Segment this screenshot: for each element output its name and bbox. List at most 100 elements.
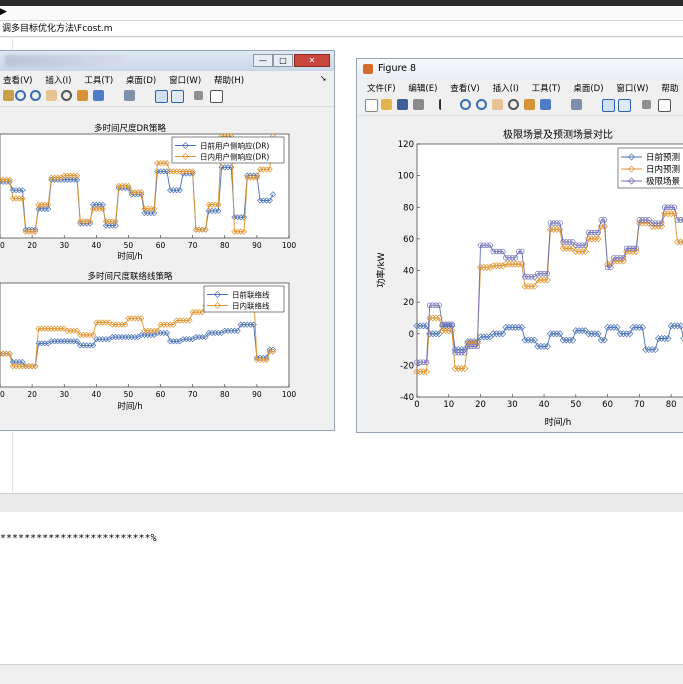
legend-label: 日内用户侧响应(DR): [200, 152, 269, 162]
datacursor-icon[interactable]: [77, 90, 88, 101]
editor-path-bar: 调多目标优化方法\Fcost.m: [0, 21, 683, 37]
ylabel-right: 功率/kW: [375, 252, 387, 287]
legend-icon[interactable]: [618, 99, 631, 112]
zoom-out-icon[interactable]: [30, 90, 41, 101]
x-tick-label: 70: [634, 400, 645, 410]
edit-plot-icon[interactable]: [439, 99, 447, 110]
x-tick-label: 30: [507, 400, 518, 410]
xlabel-top: 时间/h: [117, 251, 142, 262]
matlab-logo-icon: [363, 64, 373, 74]
y-tick-label: 40: [403, 267, 414, 277]
xlabel-right: 时间/h: [545, 416, 572, 428]
x-tick-label: 40: [92, 390, 102, 399]
x-tick-label: 60: [602, 400, 613, 410]
right-figure-canvas: 极限场景及预测场景对比 时间/h 功率/kW 0 10 20 30 40 50 60 70 80…: [358, 117, 683, 431]
y-tick-label: 0: [409, 330, 414, 340]
show-plot-tools-icon[interactable]: [210, 90, 223, 103]
y-tick-label: -40: [400, 393, 414, 403]
legend-label: 日前用户侧响应(DR): [200, 141, 269, 151]
figure-title: Figure 8: [378, 63, 417, 74]
zoom-in-icon[interactable]: [460, 99, 471, 110]
legend-label: 日前预测: [646, 152, 680, 163]
x-tick-label: 100: [282, 241, 297, 250]
legend-label: 极限场景: [646, 176, 680, 187]
y-tick-label: 20: [403, 298, 414, 308]
x-tick-label: 20: [27, 241, 37, 250]
arrow-right-icon[interactable]: ▶: [0, 7, 7, 17]
right-figure-titlebar[interactable]: Figure 8: [357, 59, 683, 79]
chart-title-top: 多时间尺度DR策略: [94, 123, 166, 134]
xlabel-bottom: 时间/h: [117, 401, 142, 412]
left-figure-titlebar[interactable]: — □ ✕: [0, 51, 334, 71]
x-tick-label: 30: [59, 390, 69, 399]
status-bar: [0, 664, 683, 684]
menu-tools[interactable]: 工具(T): [84, 74, 113, 86]
hand-icon[interactable]: [492, 99, 503, 110]
zoom-in-icon[interactable]: [15, 90, 26, 101]
hide-plot-tools-icon[interactable]: [194, 91, 203, 100]
colorbar-icon[interactable]: [155, 90, 168, 103]
editor-path-text: 调多目标优化方法\Fcost.m: [2, 24, 113, 34]
new-figure-icon[interactable]: [365, 99, 378, 112]
menu-desktop[interactable]: 桌面(D): [126, 74, 156, 86]
menu-insert[interactable]: 插入(I): [45, 74, 71, 86]
link-icon[interactable]: [571, 99, 582, 110]
minimize-icon: —: [259, 56, 267, 65]
pan-icon[interactable]: [3, 90, 14, 101]
datacursor-icon[interactable]: [524, 99, 535, 110]
x-tick-label: 50: [570, 400, 581, 410]
x-tick-label: 40: [539, 400, 550, 410]
menu-tools[interactable]: 工具(T): [532, 82, 561, 94]
menu-file[interactable]: 文件(F): [367, 82, 396, 94]
open-icon[interactable]: [381, 99, 392, 110]
zoom-out-icon[interactable]: [476, 99, 487, 110]
right-figure-toolbar: [357, 95, 683, 116]
menu-overflow-icon[interactable]: ➘: [320, 74, 327, 83]
x-tick-label: 100: [282, 390, 297, 399]
rotate-icon[interactable]: [508, 99, 519, 110]
brush-icon[interactable]: [540, 99, 551, 110]
save-icon[interactable]: [397, 99, 408, 110]
colorbar-icon[interactable]: [602, 99, 615, 112]
left-figure-canvas: 多时间尺度DR策略 多时间尺度联络线策略 时间/h 时间/h 10 20 30 40 5…: [0, 107, 333, 430]
link-icon[interactable]: [124, 90, 135, 101]
menu-insert[interactable]: 插入(I): [493, 82, 519, 94]
print-icon[interactable]: [413, 99, 424, 110]
editor-toolbar-strip: ▶: [0, 6, 683, 21]
maximize-button[interactable]: □: [273, 54, 293, 67]
legend-icon[interactable]: [171, 90, 184, 103]
legend-label: 日内预测: [646, 164, 680, 175]
x-tick-label: 80: [220, 241, 230, 250]
x-tick-label: 30: [59, 241, 69, 250]
x-tick-label: 60: [156, 241, 166, 250]
chart-title-right: 极限场景及预测场景对比: [503, 128, 613, 141]
menu-view[interactable]: 查看(V): [3, 74, 32, 86]
hide-plot-tools-icon[interactable]: [642, 100, 651, 109]
x-tick-label: 70: [188, 390, 198, 399]
x-tick-label: 80: [666, 400, 677, 410]
menu-help[interactable]: 帮助(H): [214, 74, 244, 86]
rotate-icon[interactable]: [61, 90, 72, 101]
close-button[interactable]: ✕: [294, 54, 330, 67]
menu-view[interactable]: 查看(V): [450, 82, 479, 94]
x-tick-label: 90: [252, 390, 262, 399]
x-tick-label: 60: [156, 390, 166, 399]
menu-window[interactable]: 窗口(W): [169, 74, 201, 86]
menu-edit[interactable]: 编辑(E): [408, 82, 437, 94]
brush-icon[interactable]: [93, 90, 104, 101]
x-tick-label: 70: [188, 241, 198, 250]
menu-desktop[interactable]: 桌面(D): [573, 82, 603, 94]
minimize-button[interactable]: —: [253, 54, 273, 67]
y-tick-label: 60: [403, 235, 414, 245]
hand-icon[interactable]: [46, 90, 57, 101]
legend-label: 日内联络线: [232, 301, 270, 311]
y-tick-label: 100: [398, 172, 414, 182]
menu-help[interactable]: 帮助: [661, 82, 678, 94]
menu-window[interactable]: 窗口(W): [616, 82, 648, 94]
show-plot-tools-icon[interactable]: [658, 99, 671, 112]
left-figure-toolbar: [0, 86, 334, 107]
x-tick-label: 10: [0, 241, 5, 250]
maximize-icon: □: [279, 56, 287, 65]
y-tick-label: 120: [398, 140, 414, 150]
y-tick-label: -20: [400, 361, 414, 371]
